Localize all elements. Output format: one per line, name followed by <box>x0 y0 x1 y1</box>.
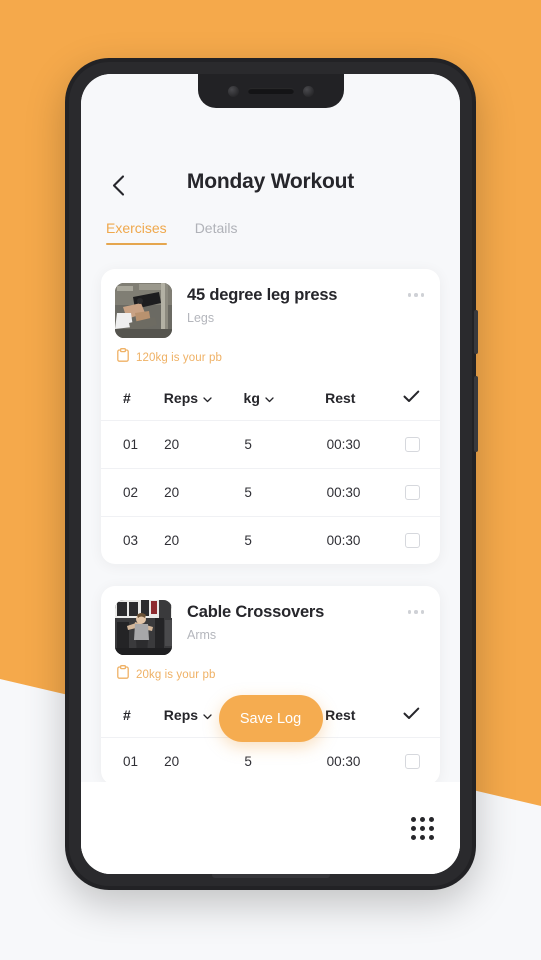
more-horizontal-icon-dot <box>407 610 411 614</box>
set-reps: 20 <box>164 484 180 500</box>
personal-best-text: 20kg is your pb <box>136 668 216 681</box>
set-weight: 5 <box>244 532 252 548</box>
earpiece-speaker <box>247 88 294 94</box>
exercise-name: Cable Crossovers <box>187 603 325 621</box>
app-root: Monday Workout Exercises Details 45 degr… <box>81 74 460 874</box>
exercise-name: 45 degree leg press <box>187 286 338 304</box>
set-done-checkbox[interactable] <box>405 533 420 548</box>
column-header-number: # <box>123 707 131 723</box>
more-horizontal-icon-dot <box>414 293 418 297</box>
page-title: Monday Workout <box>186 170 355 193</box>
set-number: 01 <box>123 436 139 452</box>
column-header-number: # <box>123 390 131 406</box>
sets-table-header: # Reps kg <box>101 378 440 420</box>
exercise-more-options-button[interactable] <box>404 289 429 301</box>
exercise-card-header: 45 degree leg press Legs <box>101 269 440 338</box>
more-horizontal-icon-dot <box>420 293 424 297</box>
exercise-thumbnail-leg-press[interactable] <box>115 283 172 338</box>
personal-best-row: 120kg is your pb <box>101 338 440 367</box>
clipboard-icon <box>117 348 129 367</box>
set-number: 01 <box>123 753 139 769</box>
tab-exercises[interactable]: Exercises <box>106 220 167 245</box>
table-row[interactable]: 01 20 5 00:30 <box>101 737 440 785</box>
apps-grid-icon[interactable] <box>411 816 434 840</box>
set-weight: 5 <box>244 753 252 769</box>
column-header-reps[interactable]: Reps <box>164 707 212 723</box>
set-done-checkbox[interactable] <box>405 485 420 500</box>
set-rest: 00:30 <box>326 753 361 769</box>
set-weight: 5 <box>244 436 252 452</box>
set-done-checkbox[interactable] <box>405 754 420 769</box>
tab-details[interactable]: Details <box>195 220 238 245</box>
save-log-button[interactable]: Save Log <box>218 695 323 742</box>
column-header-reps-label: Reps <box>163 707 199 723</box>
exercise-title-block: Cable Crossovers Arms <box>172 600 426 642</box>
column-header-reps[interactable]: Reps <box>164 390 212 406</box>
exercise-muscle-group: Arms <box>187 627 217 642</box>
exercise-more-options-button[interactable] <box>404 606 429 618</box>
more-horizontal-icon-dot <box>414 610 418 614</box>
set-weight: 5 <box>244 484 252 500</box>
phone-power-button[interactable] <box>474 376 478 452</box>
front-camera-secondary-icon <box>302 85 314 97</box>
set-rest: 00:30 <box>326 532 361 548</box>
set-number: 02 <box>123 484 139 500</box>
phone-volume-button[interactable] <box>474 310 478 354</box>
phone-mockup: Monday Workout Exercises Details 45 degr… <box>65 58 478 890</box>
set-reps: 20 <box>164 532 180 548</box>
chevron-down-icon <box>203 390 212 406</box>
exercise-card: 45 degree leg press Legs 120kg is your p… <box>101 269 440 564</box>
sets-table: # Reps kg <box>101 378 440 564</box>
column-header-weight-label: kg <box>243 390 260 406</box>
front-camera-icon <box>227 85 239 97</box>
more-horizontal-icon-dot <box>407 293 411 297</box>
set-rest: 00:30 <box>326 436 361 452</box>
set-done-checkbox[interactable] <box>405 437 420 452</box>
chevron-down-icon <box>203 707 212 723</box>
clipboard-icon <box>117 665 129 684</box>
personal-best-text: 120kg is your pb <box>136 351 222 364</box>
exercise-thumbnail-cable-crossover[interactable] <box>115 600 172 655</box>
column-header-rest: Rest <box>325 390 356 406</box>
exercise-muscle-group: Legs <box>187 310 215 325</box>
check-icon <box>403 707 420 725</box>
personal-best-row: 20kg is your pb <box>101 655 440 684</box>
set-number: 03 <box>123 532 139 548</box>
phone-screen: Monday Workout Exercises Details 45 degr… <box>81 74 460 874</box>
chevron-down-icon <box>265 390 274 406</box>
table-row[interactable]: 03 20 5 00:30 <box>101 516 440 564</box>
table-row[interactable]: 01 20 5 00:30 <box>101 420 440 468</box>
more-horizontal-icon-dot <box>420 610 424 614</box>
check-icon <box>403 390 420 408</box>
exercise-title-block: 45 degree leg press Legs <box>172 283 426 325</box>
bottom-bar <box>81 782 460 874</box>
table-row[interactable]: 02 20 5 00:30 <box>101 468 440 516</box>
column-header-rest: Rest <box>325 707 356 723</box>
phone-notch <box>197 74 344 108</box>
chevron-left-icon <box>112 174 125 196</box>
column-header-reps-label: Reps <box>163 390 199 406</box>
exercise-card: Cable Crossovers Arms 20kg is your pb # … <box>101 586 440 785</box>
set-reps: 20 <box>164 436 180 452</box>
set-reps: 20 <box>164 753 180 769</box>
column-header-weight[interactable]: kg <box>244 390 274 406</box>
set-rest: 00:30 <box>326 484 361 500</box>
back-button[interactable] <box>103 170 133 200</box>
exercise-list[interactable]: 45 degree leg press Legs 120kg is your p… <box>81 245 460 874</box>
exercise-card-header: Cable Crossovers Arms <box>101 586 440 655</box>
tab-bar: Exercises Details <box>81 194 460 245</box>
